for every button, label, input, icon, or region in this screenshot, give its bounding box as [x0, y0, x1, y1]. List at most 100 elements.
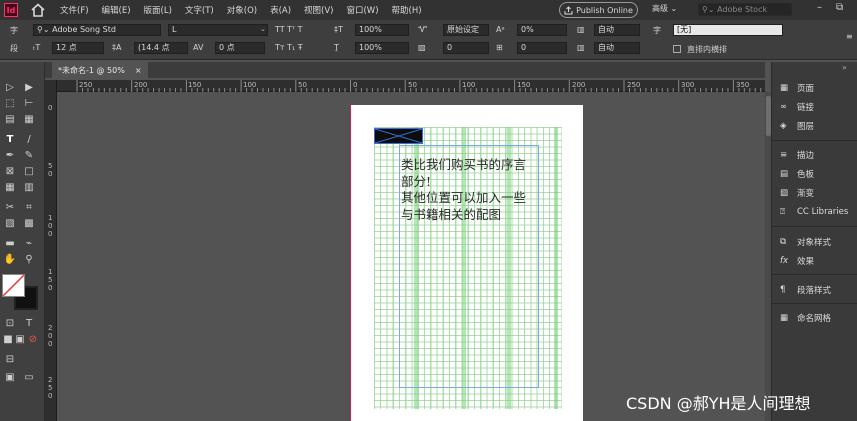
- menu-table[interactable]: 表(A): [270, 4, 291, 16]
- frame-grid-icon[interactable]: ▦: [3, 182, 17, 194]
- content-collector-icon[interactable]: ▤: [3, 114, 17, 126]
- panel-stroke[interactable]: ≡ 描边: [780, 148, 814, 162]
- document-page[interactable]: 类比我们购买书的序言 部分! 其他位置可以加入一些 与书籍相关的配图: [350, 105, 583, 421]
- fill-stroke-swatch[interactable]: [2, 274, 40, 312]
- ruler-h-label: 50: [298, 81, 307, 89]
- para-mode-icon[interactable]: 段: [10, 43, 18, 54]
- spacing-field-0[interactable]: 0: [443, 42, 489, 54]
- font-family-value: Adobe Song Std: [52, 25, 116, 34]
- apply-gradient-icon[interactable]: ▣: [13, 334, 27, 346]
- gradient-feather-icon[interactable]: ▩: [22, 218, 36, 230]
- char-mode-icon[interactable]: 字: [10, 25, 18, 36]
- menu-layout[interactable]: 版面(L): [144, 4, 172, 16]
- screen-mode-icon[interactable]: ▣: [3, 372, 17, 384]
- panel-label: 命名网格: [797, 314, 832, 324]
- menu-file[interactable]: 文件(F): [60, 4, 89, 16]
- panel-effects[interactable]: fx 效果: [780, 254, 814, 268]
- format-text-icon[interactable]: T: [22, 318, 36, 330]
- ruler-h-label: 200: [572, 81, 586, 89]
- hscale-field[interactable]: 100%: [355, 42, 409, 54]
- content-placer-icon[interactable]: ▦: [22, 114, 36, 126]
- line-tool-icon[interactable]: /: [22, 134, 36, 146]
- vertical-ruler[interactable]: 0 5 0 1 0 0 1 5 0 2 0 0 2 5 0: [45, 80, 57, 421]
- panel-links[interactable]: ∞ 链接: [780, 100, 814, 114]
- type-tool-icon[interactable]: T: [3, 134, 17, 146]
- panel-object-styles[interactable]: ⧉ 对象样式: [780, 235, 831, 249]
- leading-field[interactable]: (14.4 点: [134, 42, 188, 54]
- panel-gradient[interactable]: ▧ 渐变: [780, 186, 814, 200]
- smallcaps-icon[interactable]: Tᴛ T₁ Ŧ: [275, 43, 303, 52]
- publish-label: Publish Online: [576, 5, 633, 15]
- workspace-switcher[interactable]: 高级 ⌄: [652, 3, 677, 14]
- auto-field-1[interactable]: 自动: [594, 24, 640, 36]
- library-icon: ⍰: [780, 207, 786, 217]
- vgrid-icon[interactable]: ▥: [22, 182, 36, 194]
- menu-help[interactable]: 帮助(H): [392, 4, 422, 16]
- document-tab[interactable]: *未命名-1 @ 50% ×: [52, 62, 148, 78]
- pencil-tool-icon[interactable]: ✎: [22, 150, 36, 162]
- fill-none-swatch[interactable]: [2, 274, 26, 298]
- restore-icon[interactable]: ⧉: [836, 2, 843, 13]
- hand-tool-icon[interactable]: ✋: [3, 254, 17, 266]
- pasteboard[interactable]: 类比我们购买书的序言 部分! 其他位置可以加入一些 与书籍相关的配图: [57, 92, 765, 421]
- font-style-field[interactable]: L: [168, 24, 268, 36]
- swatches-icon: ▤: [780, 169, 789, 179]
- note-tool-icon[interactable]: ▬: [3, 238, 17, 250]
- spacing-field-1[interactable]: 0: [517, 42, 567, 54]
- pen-tool-icon[interactable]: ✒: [3, 150, 17, 162]
- font-family-field[interactable]: ⚲⌄ Adobe Song Std: [33, 24, 161, 36]
- selection-tool-icon[interactable]: ▷: [3, 82, 17, 94]
- zoom-tool-icon[interactable]: ⚲: [22, 254, 36, 266]
- text-frame[interactable]: 类比我们购买书的序言 部分! 其他位置可以加入一些 与书籍相关的配图: [401, 157, 549, 223]
- direct-selection-icon[interactable]: ▶: [22, 82, 36, 94]
- stock-search-input[interactable]: ⚲⌄ Adobe Stock: [698, 3, 792, 16]
- ruler-h-label: 250: [627, 81, 641, 89]
- mode-icon[interactable]: ⊟: [3, 354, 17, 366]
- straight-label: 直排内横排: [687, 45, 727, 54]
- page-tool-icon[interactable]: ⬚: [3, 98, 17, 110]
- straight-checkbox[interactable]: [673, 45, 681, 53]
- gradient-icon[interactable]: ▧: [3, 218, 17, 230]
- format-container-icon[interactable]: ⊡: [3, 318, 17, 330]
- document-tab-title: *未命名-1 @ 50%: [58, 65, 125, 75]
- panel-paragraph-styles[interactable]: ¶ 段落样式: [780, 283, 831, 297]
- minimize-icon[interactable]: –: [817, 2, 822, 13]
- ruler-h-label: 0: [353, 81, 358, 89]
- menu-type[interactable]: 文字(T): [185, 4, 214, 16]
- chevron-down-icon[interactable]: ⌄: [260, 25, 266, 33]
- publish-online-button[interactable]: Publish Online: [559, 2, 638, 18]
- char-style-field[interactable]: [无]: [673, 24, 783, 36]
- gap-tool-icon[interactable]: ⊢: [22, 98, 36, 110]
- ruler-v-label: 0: [48, 284, 53, 292]
- image-placeholder-frame[interactable]: [374, 128, 423, 144]
- rect-tool-icon[interactable]: □: [22, 166, 36, 178]
- font-size-field[interactable]: 12 点: [52, 42, 104, 54]
- baseline-field[interactable]: 0%: [517, 24, 567, 36]
- caps-icon[interactable]: TT Tᵀ T: [275, 25, 303, 34]
- horizontal-ruler[interactable]: 250 200 150 100 50 0 50 100 150 200 250 …: [57, 80, 765, 92]
- tracking-field[interactable]: 0 点: [215, 42, 265, 54]
- free-transform-icon[interactable]: ⌗: [22, 202, 36, 214]
- panel-pages[interactable]: ▦ 页面: [780, 81, 814, 95]
- menu-edit[interactable]: 编辑(E): [102, 4, 131, 16]
- auto-field-2[interactable]: 自动: [594, 42, 640, 54]
- panel-layers[interactable]: ◈ 图层: [780, 119, 814, 133]
- preview-mode-icon[interactable]: ▭: [22, 372, 36, 384]
- panel-swatches[interactable]: ▤ 色板: [780, 167, 814, 181]
- close-icon[interactable]: ×: [135, 66, 142, 75]
- proofing-field[interactable]: 原始设定: [443, 24, 489, 36]
- home-icon[interactable]: [30, 3, 46, 17]
- apply-none-icon[interactable]: ⊘: [26, 334, 40, 346]
- menu-window[interactable]: 窗口(W): [346, 4, 378, 16]
- menu-object[interactable]: 对象(O): [227, 4, 257, 16]
- tracking-icon: AV: [193, 43, 204, 52]
- eyedropper-icon[interactable]: ⌁: [22, 238, 36, 250]
- collapse-panel-icon[interactable]: »: [842, 63, 847, 72]
- menu-view[interactable]: 视图(V): [304, 4, 333, 16]
- panel-named-grids[interactable]: ▦ 命名网格: [780, 311, 831, 325]
- rect-frame-icon[interactable]: ⊠: [3, 166, 17, 178]
- vscale-field[interactable]: 100%: [355, 24, 409, 36]
- scissors-icon[interactable]: ✂: [3, 202, 17, 214]
- panel-menu-icon[interactable]: ≡: [846, 32, 853, 41]
- panel-cc-libraries[interactable]: ⍰ CC Libraries: [780, 205, 848, 219]
